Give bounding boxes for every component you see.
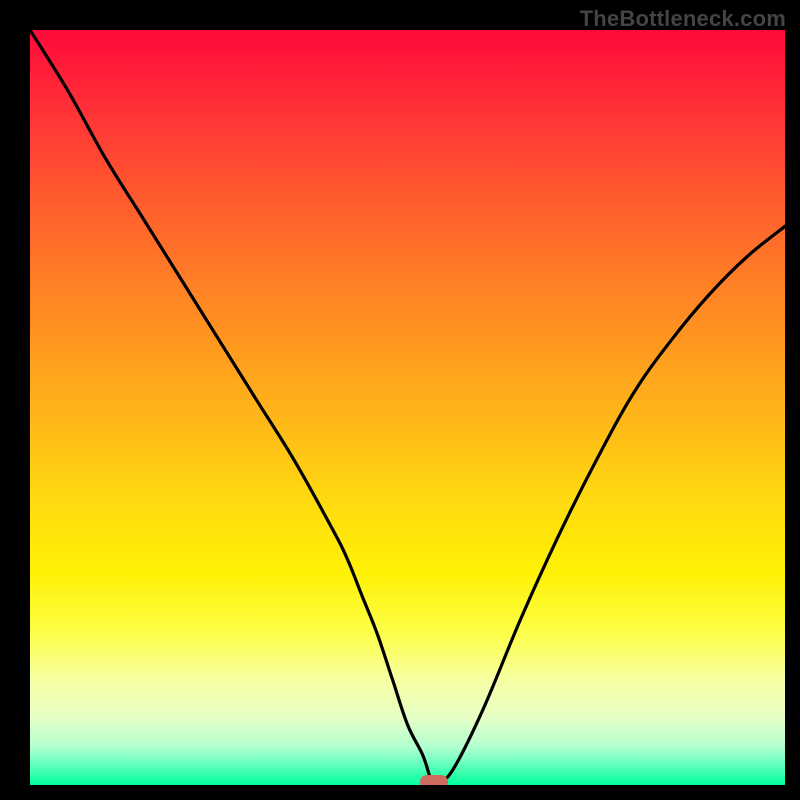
bottleneck-curve [30,30,785,784]
optimum-marker [420,775,448,785]
curve-layer [30,30,785,785]
watermark-text: TheBottleneck.com [580,6,786,32]
chart-frame: TheBottleneck.com [0,0,800,800]
plot-area [30,30,785,785]
